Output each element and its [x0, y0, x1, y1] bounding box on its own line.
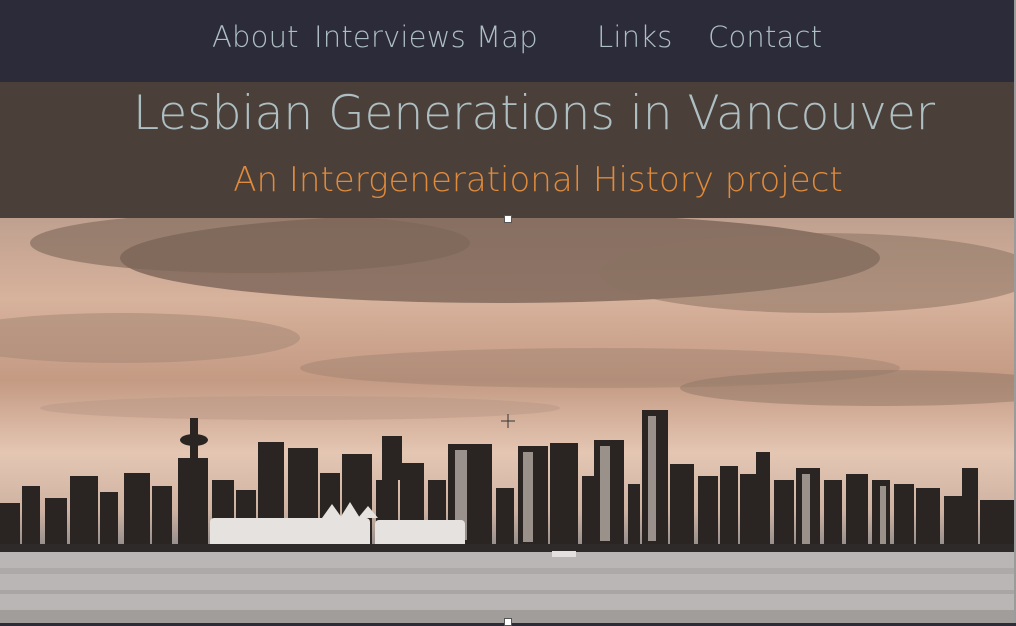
top-navigation: About Interviews Map Links Contact	[0, 0, 1016, 82]
page-subtitle: An Intergenerational History project	[233, 160, 843, 200]
page-title: Lesbian Generations in Vancouver	[132, 86, 936, 141]
nav-map-link[interactable]: Map	[476, 20, 538, 54]
move-cursor-icon	[501, 413, 515, 428]
nav-links-link[interactable]: Links	[597, 20, 673, 54]
selection-handle-bottom[interactable]	[504, 618, 512, 626]
nav-about-link[interactable]: About	[212, 20, 299, 54]
nav-contact-link[interactable]: Contact	[708, 20, 822, 54]
selection-handle-top[interactable]	[504, 215, 512, 223]
nav-interviews-link[interactable]: Interviews	[314, 20, 466, 54]
